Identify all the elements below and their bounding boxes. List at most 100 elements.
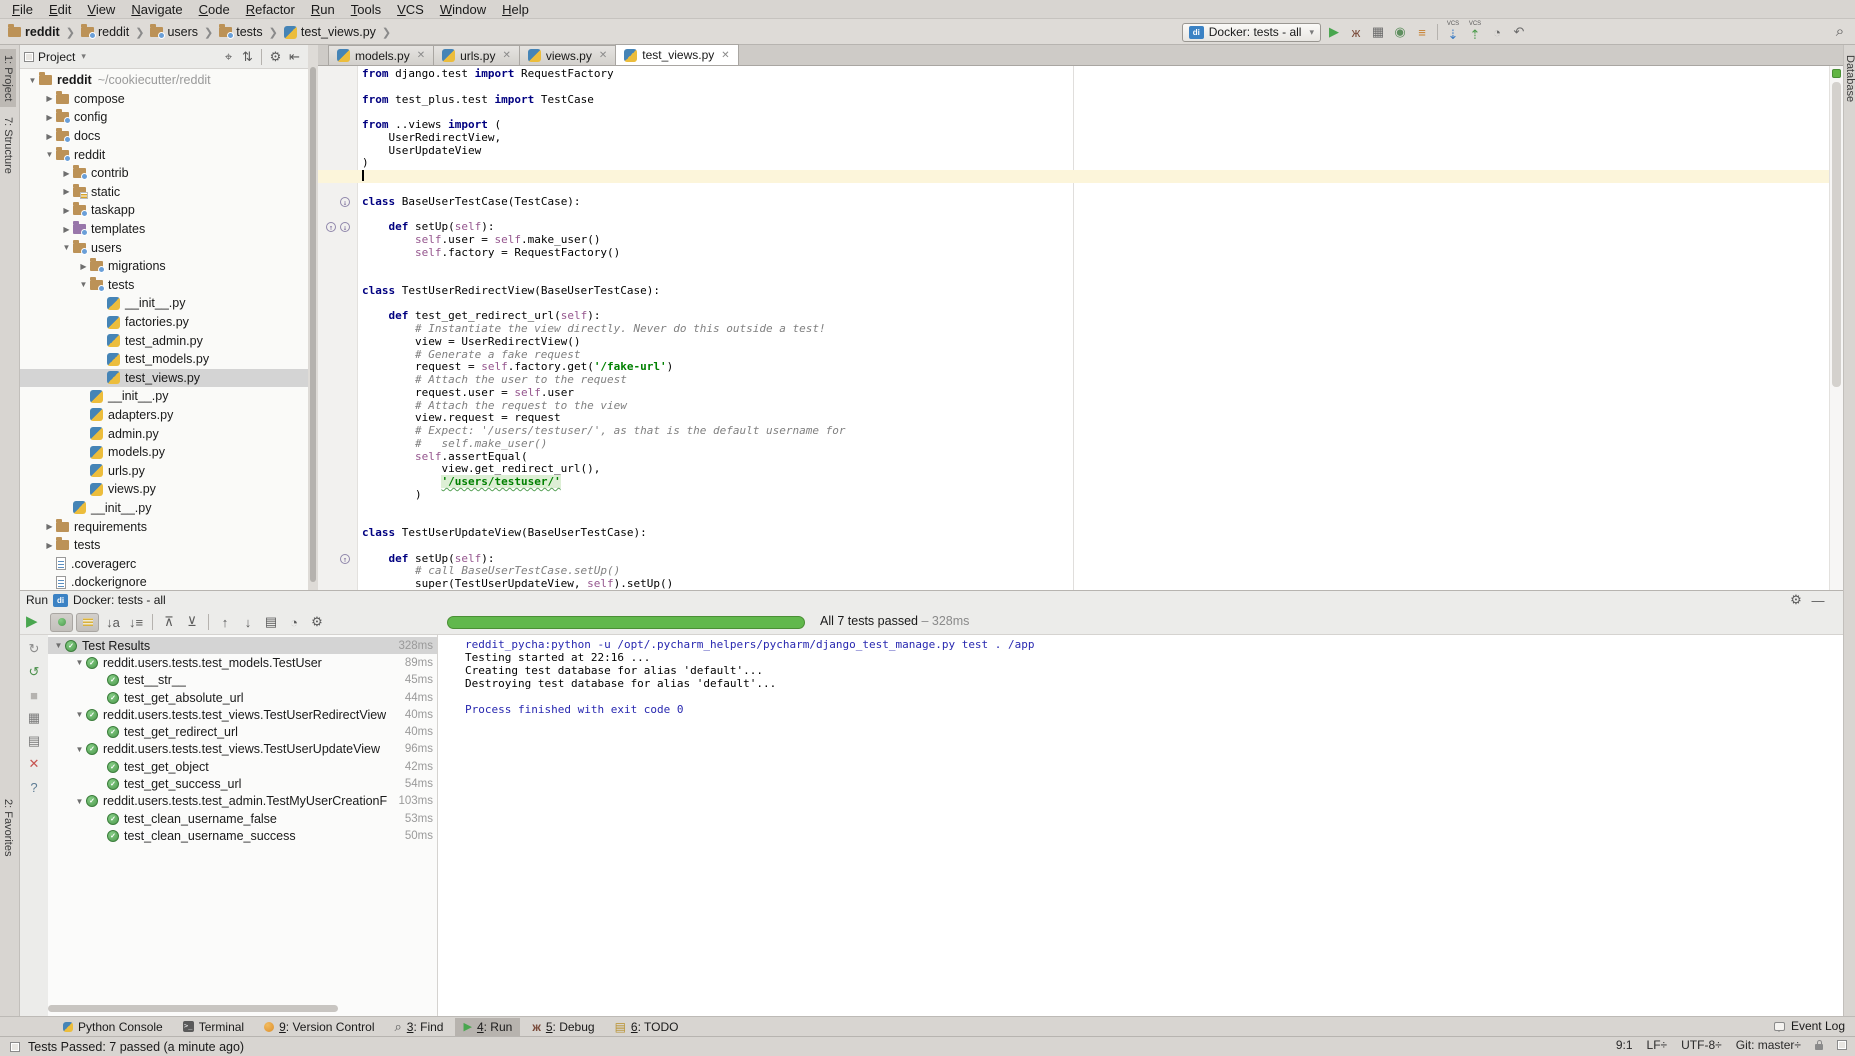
search-everywhere-icon[interactable]: ⌕ — [1829, 21, 1851, 41]
run-configuration-select[interactable]: di Docker: tests - all ▾ — [1182, 23, 1321, 42]
tree-expanded-icon[interactable]: ▼ — [73, 658, 86, 667]
collapse-all-icon[interactable]: ⇅ — [238, 47, 257, 67]
breadcrumb-item[interactable]: test_views.py — [284, 25, 376, 39]
tree-expanded-icon[interactable]: ▼ — [73, 797, 86, 806]
hide-icon[interactable]: — — [1807, 592, 1829, 608]
test-tree-row[interactable]: ▼✓Test Results328ms — [48, 637, 437, 654]
stripe-favorites[interactable]: 2: Favorites — [0, 793, 16, 862]
project-splitter-scrollbar[interactable] — [308, 45, 318, 590]
menu-refactor[interactable]: Refactor — [238, 2, 303, 17]
show-passed-toggle[interactable] — [50, 613, 73, 632]
project-tree-row[interactable]: test_views.py — [20, 369, 308, 388]
toolwindow-button-run[interactable]: ▶4: Run — [455, 1018, 520, 1036]
tab-close-icon[interactable]: ✕ — [417, 50, 425, 61]
project-tree-row[interactable]: ▼reddit — [20, 145, 308, 164]
test-tree-row[interactable]: ✓test__str__45ms — [48, 672, 437, 689]
toolwindow-button-terminal[interactable]: >_Terminal — [175, 1018, 252, 1036]
run-with-coverage-icon[interactable]: ▦ — [1367, 22, 1389, 42]
test-tree-row[interactable]: ▼✓reddit.users.tests.test_views.TestUser… — [48, 741, 437, 758]
previous-failed-test-icon[interactable]: ↑ — [214, 612, 236, 632]
test-tree-row[interactable]: ✓test_clean_username_success50ms — [48, 827, 437, 844]
tree-expanded-icon[interactable]: ▼ — [60, 243, 73, 252]
hide-icon[interactable]: ⇤ — [285, 47, 304, 67]
project-panel-title[interactable]: Project — [38, 50, 75, 64]
scrollbar-thumb[interactable] — [1832, 82, 1841, 387]
project-tree-row[interactable]: factories.py — [20, 313, 308, 332]
test-tree-row[interactable]: ✓test_get_absolute_url44ms — [48, 689, 437, 706]
project-tree-row[interactable]: ▼tests — [20, 276, 308, 295]
sort-by-duration-icon[interactable]: ↓≡ — [125, 612, 147, 632]
settings-icon[interactable]: ⚙ — [1785, 592, 1807, 608]
test-tree-row[interactable]: ▼✓reddit.users.tests.test_admin.TestMyUs… — [48, 793, 437, 810]
tree-expanded-icon[interactable]: ▼ — [26, 76, 39, 85]
project-tree-row[interactable]: ▶templates — [20, 220, 308, 239]
ide-indicator-icon[interactable] — [1837, 1040, 1847, 1050]
editor[interactable]: models.py✕urls.py✕views.py✕test_views.py… — [318, 45, 1843, 590]
breadcrumb-item[interactable]: tests — [219, 25, 262, 39]
project-tree-row[interactable]: ▶requirements — [20, 517, 308, 536]
project-tree-row[interactable]: ▶config — [20, 108, 308, 127]
test-tree-row[interactable]: ✓test_get_redirect_url40ms — [48, 723, 437, 740]
override-up-marker-icon[interactable]: ↑ — [326, 222, 336, 232]
scroll-from-source-icon[interactable]: ⌖ — [219, 47, 238, 67]
tree-collapsed-icon[interactable]: ▶ — [60, 225, 73, 234]
tree-collapsed-icon[interactable]: ▶ — [60, 187, 73, 196]
profiler-icon[interactable]: ◉ — [1389, 22, 1411, 42]
override-down-marker-icon[interactable]: ↓ — [340, 222, 350, 232]
status-widget-utf-8[interactable]: UTF-8÷ — [1681, 1038, 1722, 1052]
menu-code[interactable]: Code — [191, 2, 238, 17]
next-failed-test-icon[interactable]: ↓ — [237, 612, 259, 632]
test-tree-row[interactable]: ✓test_get_success_url54ms — [48, 775, 437, 792]
menu-run[interactable]: Run — [303, 2, 343, 17]
tab-views-py[interactable]: views.py✕ — [519, 45, 616, 65]
tree-expanded-icon[interactable]: ▼ — [52, 641, 65, 650]
tab-close-icon[interactable]: ✕ — [599, 50, 607, 61]
project-tree-row[interactable]: ▶tests — [20, 536, 308, 555]
tree-collapsed-icon[interactable]: ▶ — [77, 262, 90, 271]
manage-tasks-icon[interactable]: ≡ — [1411, 22, 1433, 42]
editor-scrollbar[interactable] — [1829, 66, 1843, 590]
tab-test_views-py[interactable]: test_views.py✕ — [615, 44, 738, 65]
menu-vcs[interactable]: VCS — [389, 2, 432, 17]
rollback-icon[interactable]: ↶ — [1508, 22, 1530, 42]
menu-view[interactable]: View — [79, 2, 123, 17]
vcs-commit-icon[interactable]: VCS⇡ — [1464, 22, 1486, 42]
options-icon[interactable]: ⚙ — [306, 612, 328, 632]
menu-help[interactable]: Help — [494, 2, 537, 17]
project-tree-row[interactable]: .coveragerc — [20, 554, 308, 573]
tab-urls-py[interactable]: urls.py✕ — [433, 45, 520, 65]
lock-icon[interactable] — [1815, 1044, 1823, 1050]
rerun-run-icon[interactable]: ▶ — [26, 612, 38, 630]
tree-expanded-icon[interactable]: ▼ — [73, 710, 86, 719]
toolwindow-button-debug[interactable]: ж5: Debug — [524, 1018, 602, 1036]
project-tree-row[interactable]: models.py — [20, 443, 308, 462]
inspections-ok-indicator[interactable] — [1832, 69, 1841, 78]
show-ignored-toggle[interactable] — [76, 613, 99, 632]
project-tree-row[interactable]: __init__.py — [20, 294, 308, 313]
test-tree-row[interactable]: ▼✓reddit.users.tests.test_views.TestUser… — [48, 706, 437, 723]
tree-collapsed-icon[interactable]: ▶ — [43, 541, 56, 550]
tab-close-icon[interactable]: ✕ — [721, 50, 729, 61]
menu-tools[interactable]: Tools — [343, 2, 389, 17]
tree-collapsed-icon[interactable]: ▶ — [60, 206, 73, 215]
stop-icon[interactable]: ■ — [23, 687, 45, 703]
status-widget-9[interactable]: 9:1 — [1616, 1038, 1633, 1052]
tree-expanded-icon[interactable]: ▼ — [43, 150, 56, 159]
tab-models-py[interactable]: models.py✕ — [328, 45, 434, 65]
tree-expanded-icon[interactable]: ▼ — [77, 280, 90, 289]
rerun-failed-tests-icon[interactable]: ↺ — [23, 664, 45, 680]
local-history-icon[interactable]: ◔ — [1486, 22, 1508, 42]
tree-expanded-icon[interactable]: ▼ — [73, 745, 86, 754]
project-tree-row[interactable]: ▶docs — [20, 127, 308, 146]
menu-edit[interactable]: Edit — [41, 2, 79, 17]
status-widget-git[interactable]: Git: master÷ — [1736, 1038, 1801, 1052]
project-tree-row[interactable]: ▶migrations — [20, 257, 308, 276]
toolwindow-button-todo[interactable]: ▤6: TODO — [607, 1018, 687, 1036]
project-tree-row[interactable]: ▶contrib — [20, 164, 308, 183]
breadcrumb-item[interactable]: reddit — [8, 25, 60, 39]
sort-alphabetically-icon[interactable]: ↓a — [102, 612, 124, 632]
project-tree-row[interactable]: __init__.py — [20, 499, 308, 518]
tab-close-icon[interactable]: ✕ — [502, 50, 510, 61]
test-history-icon[interactable]: ◔ — [283, 612, 305, 632]
run-icon[interactable]: ▶ — [1323, 22, 1345, 42]
